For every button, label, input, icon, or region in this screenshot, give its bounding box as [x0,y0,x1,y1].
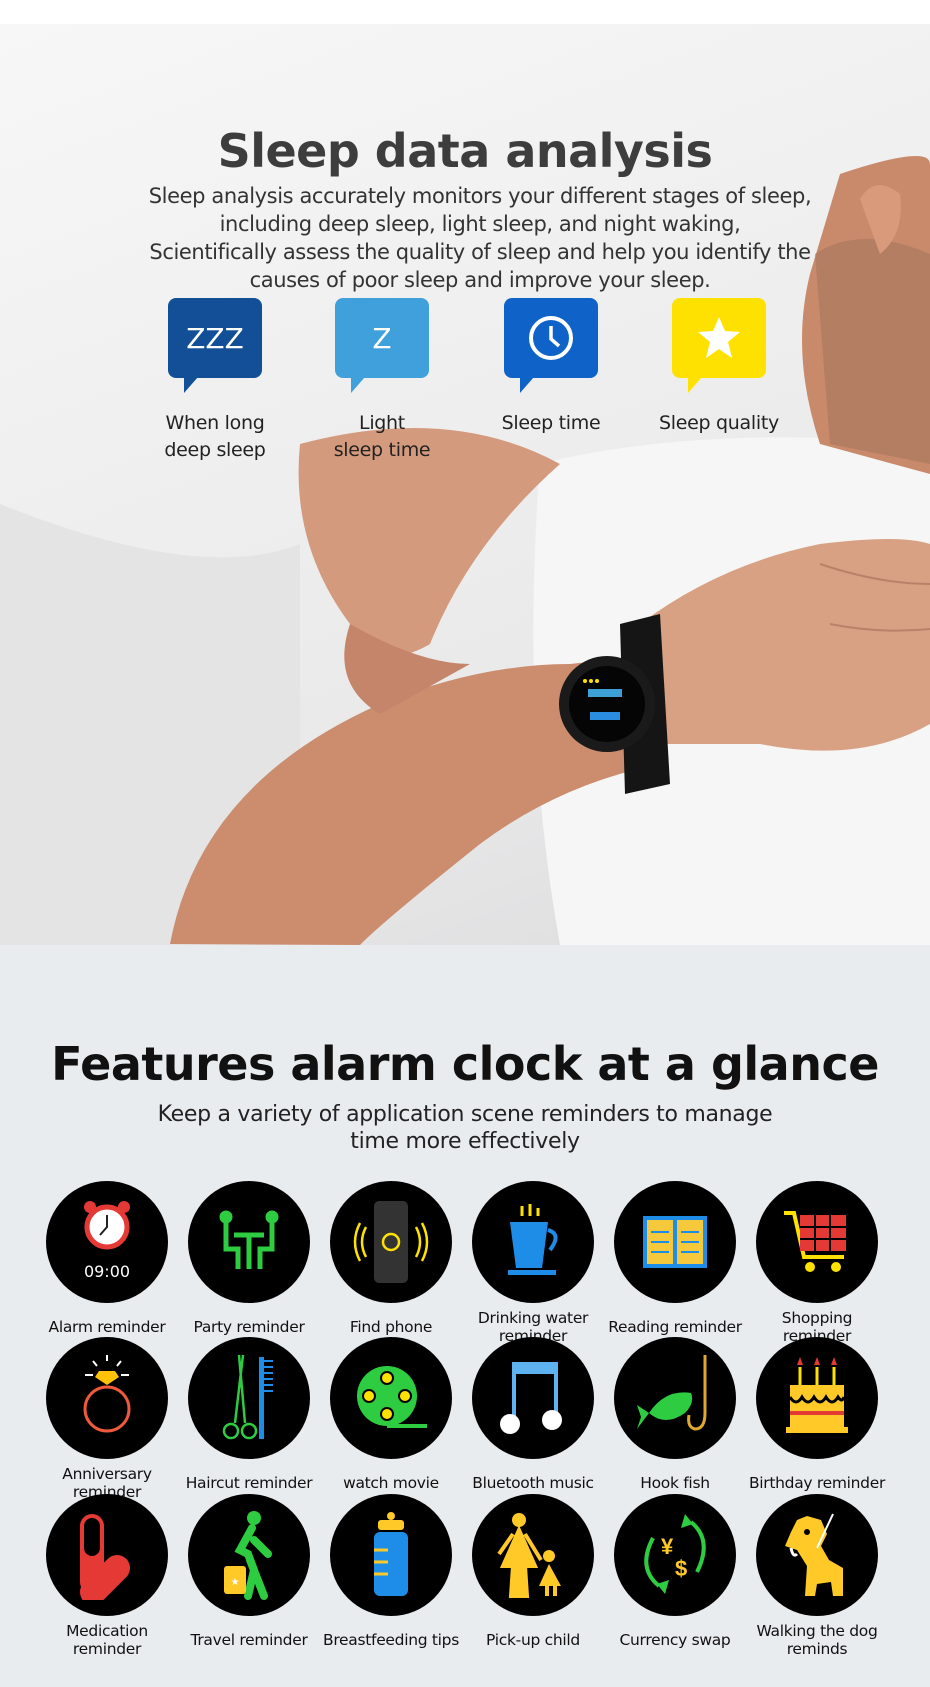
feature-item: Medication reminder [36,1494,178,1660]
subtitle-line: Keep a variety of application scene remi… [157,1102,773,1127]
coffee-cup-icon [472,1181,594,1303]
traveler-suitcase-icon: ★ [188,1494,310,1616]
label-line: sleep time [333,439,431,461]
sleep-item-label: When long deep sleep [145,410,285,464]
sleep-item-sleep-quality: Sleep quality [649,298,789,437]
description-line: Scientifically assess the quality of sle… [149,240,811,264]
diamond-ring-icon [46,1337,168,1459]
pill-icon [46,1494,168,1616]
description-line: Sleep analysis accurately monitors your … [148,184,812,208]
feature-item: ¥ $ Currency swap [604,1494,746,1660]
features-subtitle: Keep a variety of application scene remi… [100,1101,830,1155]
alarm-time: 09:00 [84,1262,130,1281]
zzz-glyph: ZZZ [186,321,244,355]
label-line: When long [165,412,265,434]
sleep-item-label: Light sleep time [312,410,452,464]
svg-text:★: ★ [231,1577,240,1588]
feature-label: Pick-up child [486,1631,580,1649]
feature-item: Bluetooth music [462,1337,604,1503]
sleep-section-title: Sleep data analysis [217,124,713,178]
film-reel-icon [330,1337,452,1459]
z-icon: Z [335,298,429,393]
sleep-item-light-sleep: Z Light sleep time [312,298,452,464]
feature-label: Currency swap [619,1631,731,1649]
z-glyph: Z [372,321,392,355]
svg-text:$: $ [675,1556,687,1581]
feature-item: Walking the dog reminds [746,1494,888,1660]
svg-text:¥: ¥ [661,1534,674,1559]
scissors-comb-icon [188,1337,310,1459]
feature-item: 09:00 Alarm reminder [36,1181,178,1347]
feature-item: Shopping reminder [746,1181,888,1347]
feature-item: Anniversary reminder [36,1337,178,1503]
feature-item: Drinking water reminder [462,1181,604,1347]
feature-item: Find phone [320,1181,462,1347]
star-icon [672,298,766,393]
label-line: deep sleep [164,439,266,461]
description-line: including deep sleep, light sleep, and n… [219,212,741,236]
parent-child-icon [472,1494,594,1616]
feature-item: watch movie [320,1337,462,1503]
label-line: Sleep time [501,412,601,434]
birthday-cake-icon [756,1337,878,1459]
feature-item: Birthday reminder [746,1337,888,1503]
sleep-item-sleep-time: Sleep time [481,298,621,437]
feature-label: Walking the dog reminds [756,1622,878,1658]
sleep-hero-photo: Sleep data analysis Sleep analysis accur… [0,24,930,945]
currency-exchange-icon: ¥ $ [614,1494,736,1616]
feature-item: Hook fish [604,1337,746,1503]
sleep-item-deep-sleep: ZZZ When long deep sleep [145,298,285,464]
dog-icon [756,1494,878,1616]
feature-item: ★ Travel reminder [178,1494,320,1660]
fish-hook-icon [614,1337,736,1459]
feature-label: Travel reminder [190,1631,308,1649]
sleep-item-label: Sleep quality [649,410,789,437]
open-book-icon [614,1181,736,1303]
sleep-item-label: Sleep time [481,410,621,437]
feature-item: Breastfeeding tips [320,1494,462,1660]
feature-label: Medication reminder [66,1622,148,1658]
music-note-icon [472,1337,594,1459]
party-table-icon [188,1181,310,1303]
shopping-cart-icon [756,1181,878,1303]
alarm-clock-icon: 09:00 [46,1181,168,1303]
features-section: Features alarm clock at a glance Keep a … [0,945,930,1687]
zzz-icon: ZZZ [168,298,262,393]
phone-vibrate-icon [330,1181,452,1303]
label-line: Light [359,412,405,434]
description-line: causes of poor sleep and improve your sl… [249,268,711,292]
clock-icon [504,298,598,393]
feature-item: Pick-up child [462,1494,604,1660]
sleep-description: Sleep analysis accurately monitors your … [100,182,860,294]
baby-bottle-icon [330,1494,452,1616]
feature-label: Breastfeeding tips [322,1631,459,1649]
features-title: Features alarm clock at a glance [51,1037,879,1091]
feature-item: Party reminder [178,1181,320,1347]
feature-item: Reading reminder [604,1181,746,1347]
feature-item: Haircut reminder [178,1337,320,1503]
label-line: Sleep quality [659,412,779,434]
subtitle-line: time more effectively [350,1129,580,1154]
